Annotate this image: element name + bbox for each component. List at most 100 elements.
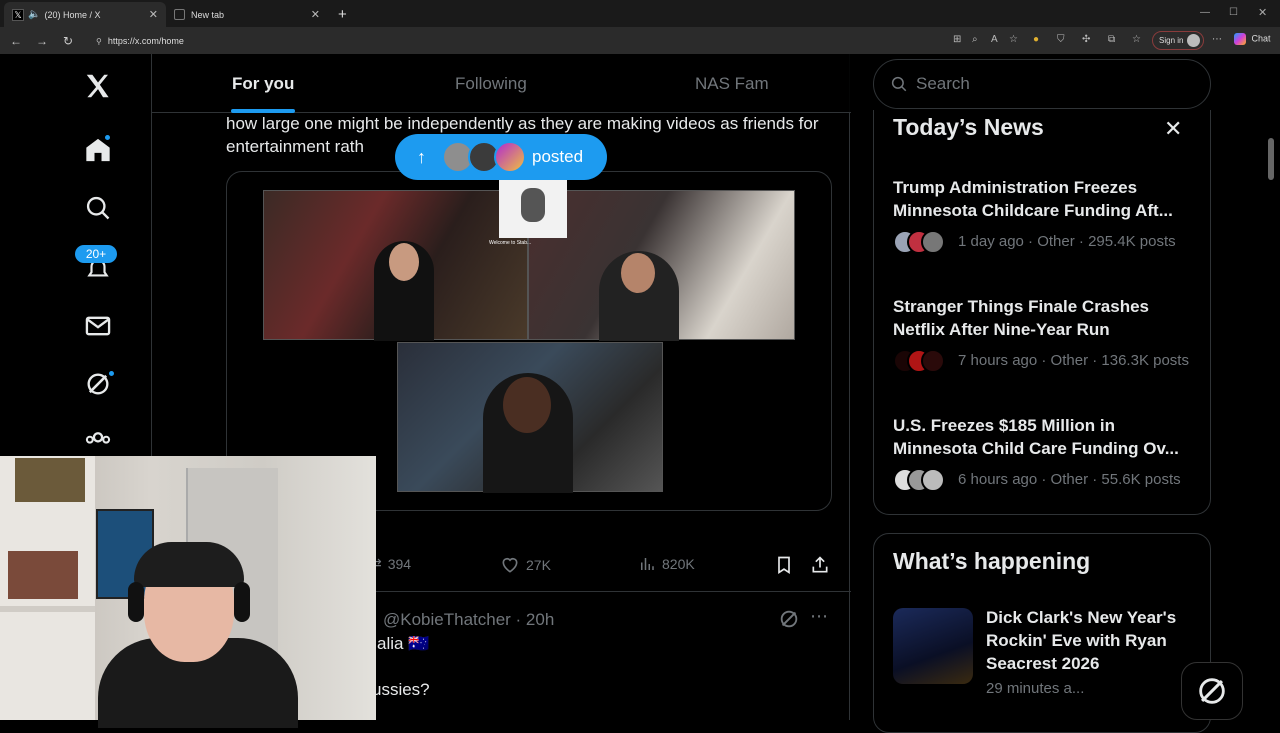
like-button[interactable]: 27K xyxy=(500,555,551,575)
favorites-icon[interactable]: ☆ xyxy=(1132,34,1141,45)
search-icon xyxy=(891,76,907,92)
close-tab-icon[interactable]: ✕ xyxy=(311,8,320,21)
grok-floating-button[interactable] xyxy=(1181,662,1243,720)
puzzle-icon[interactable]: ✣ xyxy=(1082,34,1090,45)
tweet-text-line1: alia 🇦🇺 xyxy=(377,634,430,653)
shield-icon[interactable]: ⛉ xyxy=(1057,34,1065,45)
x-favicon-icon: 𝕏 xyxy=(12,8,24,21)
tab-following[interactable]: Following xyxy=(455,74,527,94)
profile-avatar-icon xyxy=(1187,34,1200,47)
close-tab-icon[interactable]: ✕ xyxy=(149,8,158,21)
close-window-icon[interactable]: ✕ xyxy=(1258,6,1267,19)
more-options-icon[interactable]: ⋯ xyxy=(810,606,828,627)
whats-happening-panel: What’s happening Dick Clark's New Year's… xyxy=(873,533,1211,733)
url-field[interactable]: ⚲ https://x.com/home xyxy=(88,33,948,49)
copilot-icon xyxy=(1234,33,1246,45)
retweet-button[interactable]: ⇄ 394 xyxy=(370,555,411,572)
news-avatars xyxy=(893,349,949,373)
news-item[interactable]: Trump Administration Freezes Minnesota C… xyxy=(893,176,1193,254)
like-count: 27K xyxy=(526,557,551,573)
apps-icon[interactable]: ⊞ xyxy=(953,34,961,45)
bookmark-icon[interactable] xyxy=(774,555,794,575)
retweet-count: 394 xyxy=(387,555,412,572)
tweet-handle[interactable]: @KobieThatcher · 20h xyxy=(383,610,554,630)
news-headline: Stranger Things Finale Crashes Netflix A… xyxy=(893,297,1150,339)
more-menu-icon[interactable]: ⋯ xyxy=(1212,34,1222,45)
overlay-caption: Welcome to Stab... xyxy=(489,240,532,246)
webcam-person xyxy=(98,542,298,728)
tweet-text-line2: ussies? xyxy=(372,680,430,699)
chat-label: Chat xyxy=(1251,33,1271,44)
search-input[interactable]: Search xyxy=(873,59,1211,109)
video-frame-right xyxy=(528,190,795,341)
minimize-icon[interactable]: — xyxy=(1200,7,1210,18)
news-headline: Trump Administration Freezes Minnesota C… xyxy=(893,178,1173,220)
news-meta: 1 day ago · Other · 295.4K posts xyxy=(958,233,1176,250)
right-sidebar: Search Today’s News ✕ Trump Administrati… xyxy=(873,54,1211,733)
news-headline: U.S. Freezes $185 Million in Minnesota C… xyxy=(893,416,1179,458)
views-button[interactable]: 820K xyxy=(638,555,695,573)
maximize-icon[interactable]: ☐ xyxy=(1229,7,1238,18)
todays-news-panel: Today’s News ✕ Trump Administration Free… xyxy=(873,110,1211,515)
page-scrollbar[interactable] xyxy=(1268,138,1274,180)
tab-for-you[interactable]: For you xyxy=(232,74,294,94)
views-count: 820K xyxy=(662,556,695,572)
address-bar-row: ← → ↻ ⚲ https://x.com/home ⊞ ⌕ A ☆ ● ⛉ ✣… xyxy=(0,27,1280,54)
sticker-overlay xyxy=(499,180,567,238)
home-unread-dot xyxy=(103,133,112,142)
webcam-overlay xyxy=(0,456,376,728)
extension-icon[interactable]: ● xyxy=(1033,34,1039,45)
sign-in-button[interactable]: Sign in xyxy=(1152,31,1204,50)
bar-chart-icon xyxy=(641,558,654,570)
happening-thumbnail[interactable] xyxy=(893,608,973,684)
grok-icon[interactable] xyxy=(78,364,118,404)
read-aloud-icon[interactable]: A xyxy=(991,34,998,45)
favorite-star-icon[interactable]: ☆ xyxy=(1009,34,1018,45)
search-placeholder: Search xyxy=(916,74,970,93)
refresh-icon[interactable]: ↻ xyxy=(58,34,78,48)
news-meta: 7 hours ago · Other · 136.3K posts xyxy=(958,352,1189,369)
site-info-icon[interactable]: ⚲ xyxy=(96,37,102,46)
webcam-shelf xyxy=(0,456,95,720)
notifications-badge: 20+ xyxy=(75,245,117,263)
copilot-chat-button[interactable]: Chat xyxy=(1234,33,1271,45)
tab-home-x[interactable]: 𝕏 🔈 (20) Home / X ✕ xyxy=(4,2,166,27)
back-icon[interactable]: ← xyxy=(6,34,26,48)
grok-icon[interactable] xyxy=(778,608,800,635)
sign-in-label: Sign in xyxy=(1159,36,1184,45)
speaker-icon[interactable]: 🔈 xyxy=(28,9,40,20)
tab-strip: 𝕏 🔈 (20) Home / X ✕ New tab ✕ + — ☐ ✕ xyxy=(0,0,1280,27)
collections-icon[interactable]: ⧉ xyxy=(1108,34,1115,45)
pill-avatar-3 xyxy=(494,141,526,173)
video-frame-left xyxy=(263,190,528,341)
news-meta: 6 hours ago · Other · 55.6K posts xyxy=(958,471,1181,488)
zoom-icon[interactable]: ⌕ xyxy=(972,34,978,45)
grok-icon xyxy=(1199,678,1225,704)
new-posts-pill[interactable]: ↑ posted xyxy=(395,134,607,180)
news-title: Today’s News xyxy=(893,114,1044,140)
url-text: https://x.com/home xyxy=(107,36,184,46)
heart-icon xyxy=(502,557,518,573)
tab-label: (20) Home / X xyxy=(44,9,101,20)
messages-mail-icon[interactable] xyxy=(78,306,118,346)
arrow-up-icon: ↑ xyxy=(417,146,426,167)
home-icon[interactable] xyxy=(78,130,118,170)
x-logo-icon[interactable] xyxy=(78,66,118,106)
feed-tabs: For you Following NAS Fam xyxy=(152,54,851,113)
happening-meta: 29 minutes a... xyxy=(986,680,1085,697)
grok-unread-dot xyxy=(107,369,116,378)
news-item[interactable]: U.S. Freezes $185 Million in Minnesota C… xyxy=(893,414,1193,492)
news-item[interactable]: Stranger Things Finale Crashes Netflix A… xyxy=(893,295,1193,373)
close-icon[interactable]: ✕ xyxy=(1164,116,1182,142)
forward-icon[interactable]: → xyxy=(32,34,52,48)
tab-page-icon xyxy=(174,9,185,20)
happening-headline[interactable]: Dick Clark's New Year's Rockin' Eve with… xyxy=(986,606,1196,675)
news-avatars xyxy=(893,468,949,492)
new-tab-button[interactable]: + xyxy=(330,2,350,27)
tab-new-tab[interactable]: New tab ✕ xyxy=(166,2,328,27)
news-avatars xyxy=(893,230,949,254)
tab-nas-fam[interactable]: NAS Fam xyxy=(695,74,769,94)
explore-search-icon[interactable] xyxy=(78,188,118,228)
tab-label: New tab xyxy=(191,9,225,20)
share-icon[interactable] xyxy=(810,555,830,575)
